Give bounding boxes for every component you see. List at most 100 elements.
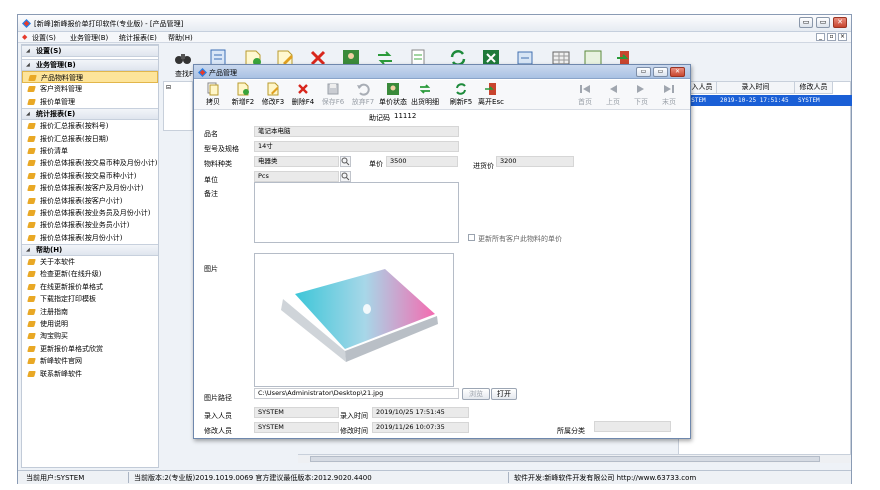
model-field[interactable]: 14寸 [254,141,459,152]
sidebar-item-report[interactable]: 报价汇总报表(按日期) [22,133,158,145]
modifier-field[interactable]: SYSTEM [254,422,339,433]
purchase-price-field[interactable]: 3200 [496,156,574,167]
copy-button[interactable]: 拷贝 [198,82,228,108]
mdi-restore-button[interactable]: ▫ [827,33,836,41]
price-status-button[interactable]: 单价状态 [378,82,408,108]
report-icon [27,197,36,204]
prev-page-button[interactable]: 上页 [598,82,628,108]
unit-price-field[interactable]: 3500 [386,156,458,167]
sidebar-item-help[interactable]: 检查更新(在线升级) [22,268,158,280]
save-button[interactable]: 保存F6 [318,82,348,108]
category-tree[interactable]: ⊟ [163,81,193,131]
status-version: 当前版本:2(专业版)2019.1019.0069 官方建议最低版本:2012.… [134,474,372,482]
modified-field[interactable]: 2019/11/26 10:07:35 [372,422,469,433]
refresh-button[interactable]: 刷新F5 [446,82,476,108]
sidebar-item-help[interactable]: 注册指南 [22,306,158,318]
nav-group-business[interactable]: 业务管理(B) [22,59,158,71]
category-field[interactable]: 电器类 [254,156,339,167]
first-page-button[interactable]: 首页 [570,82,600,108]
creator-field[interactable]: SYSTEM [254,407,339,418]
unit-search-button[interactable] [340,171,351,182]
update-all-checkbox[interactable] [468,234,475,241]
sidebar-item-help[interactable]: 联系新峰软件 [22,368,158,380]
name-field[interactable]: 笔记本电脑 [254,126,459,137]
status-user: 当前用户:SYSTEM [26,474,85,482]
sidebar-item-help[interactable]: 使用说明 [22,318,158,330]
cell-created: 2019-10-25 17:51:45 [720,97,789,104]
open-button[interactable]: 打开 [491,388,517,400]
add-button[interactable]: 新增F2 [228,82,258,108]
next-page-button[interactable]: 下页 [626,82,656,108]
table-row[interactable]: SYSTEM 2019-10-25 17:51:45 SYSTEM [681,95,852,106]
sidebar-item-report[interactable]: 报价总体报表(按客户小计) [22,195,158,207]
help-icon [27,358,36,365]
created-field[interactable]: 2019/10/25 17:51:45 [372,407,469,418]
unit-field[interactable]: Pcs [254,171,339,182]
mdi-close-button[interactable]: × [838,33,847,41]
sidebar-item-products[interactable]: 产品物料管理 [22,71,158,84]
menu-app-icon[interactable]: ◆ [22,33,27,41]
mdi-minimize-button[interactable]: _ [816,33,825,41]
menu-business[interactable]: 业务管理(B) [70,33,108,43]
sidebar-item-report[interactable]: 报价总体报表(按业务员小计) [22,219,158,231]
undo-button[interactable]: 放弃F7 [348,82,378,108]
save-icon [327,83,339,95]
window-title: [新峰]新峰报价单打印软件(专业版) - [产品管理] [34,20,184,28]
sidebar-item-customers[interactable]: 客户资料管理 [22,83,158,95]
nav-group-help[interactable]: 帮助(H) [22,244,158,257]
sidebar-item-report[interactable]: 报价总体报表(按交易币种小计) [22,170,158,182]
menu-reports[interactable]: 统计报表(E) [119,33,157,43]
dialog-maximize-button[interactable]: ▭ [653,67,668,77]
sidebar-item-help[interactable]: 淘宝购买 [22,330,158,342]
edit-button[interactable]: 修改F3 [258,82,288,108]
shipment-icon [419,84,431,94]
cell-modifier: SYSTEM [798,97,820,104]
scrollbar-thumb[interactable] [310,456,820,462]
name-label: 品名 [204,130,218,138]
help-icon [27,259,36,266]
sidebar-item-help[interactable]: 在线更新报价单格式 [22,281,158,293]
nav-group-settings[interactable]: 设置(S) [22,45,158,57]
sidebar-item-help[interactable]: 关于本软件 [22,256,158,268]
sidebar-item-help[interactable]: 下载指定打印模板 [22,293,158,305]
sidebar-item-help[interactable]: 新峰软件官网 [22,355,158,367]
maximize-button[interactable]: ▭ [816,17,830,28]
sidebar-item-report[interactable]: 报价清单 [22,145,158,157]
class-label: 所属分类 [557,427,585,435]
sidebar-item-report[interactable]: 报价总体报表(按月份小计) [22,232,158,244]
sidebar-item-quotes[interactable]: 报价单管理 [22,96,158,108]
app-logo-icon [198,68,207,77]
nav-group-reports[interactable]: 统计报表(E) [22,108,158,121]
menu-settings[interactable]: 设置(S) [32,33,56,43]
sidebar-item-report[interactable]: 报价汇总报表(按料号) [22,120,158,132]
remark-field[interactable] [254,182,459,243]
last-page-button[interactable]: 末页 [654,82,684,108]
sidebar-item-report[interactable]: 报价总体报表(按客户及月份小计) [22,182,158,194]
find-button-label[interactable]: 查找F [175,69,193,79]
report-icon [27,147,36,154]
exit-button[interactable]: 离开Esc [476,82,506,108]
sidebar-item-report[interactable]: 报价总体报表(按交易币种及月份小计) [22,157,158,169]
column-header[interactable]: 修改人员 [795,82,833,94]
dialog-close-button[interactable]: ✕ [670,67,685,77]
column-header[interactable]: 录入时间 [717,82,795,94]
exit-icon [485,83,496,95]
image-path-field[interactable]: C:\Users\Administrator\Desktop\21.jpg [254,388,459,399]
shipment-detail-button[interactable]: 出货明细 [410,82,440,108]
dialog-minimize-button[interactable]: ▭ [636,67,651,77]
menu-bar: ◆ 设置(S) 业务管理(B) 统计报表(E) 帮助(H) _ ▫ × [18,32,851,43]
dialog-toolbar: 拷贝 新增F2 修改F3 删除F4 保存F6 放弃F7 单价状态 出货明细 刷新… [194,80,690,110]
sidebar-item-report[interactable]: 报价总体报表(按业务员及月份小计) [22,207,158,219]
category-search-button[interactable] [340,156,351,167]
browse-button[interactable]: 浏览 [462,388,490,400]
horizontal-scrollbar[interactable] [298,454,851,463]
menu-help[interactable]: 帮助(H) [168,33,193,43]
close-button[interactable]: ✕ [833,17,847,28]
tree-expand-icon[interactable]: ⊟ [166,84,171,91]
class-field[interactable] [594,421,671,432]
sidebar-item-help[interactable]: 更新报价单格式欣赏 [22,343,158,355]
delete-button[interactable]: 删除F4 [288,82,318,108]
minimize-button[interactable]: ▭ [799,17,813,28]
product-grid[interactable]: 录入人员 录入时间 修改人员 SYSTEM 2019-10-25 17:51:4… [678,81,852,461]
binoculars-icon[interactable] [173,48,193,68]
